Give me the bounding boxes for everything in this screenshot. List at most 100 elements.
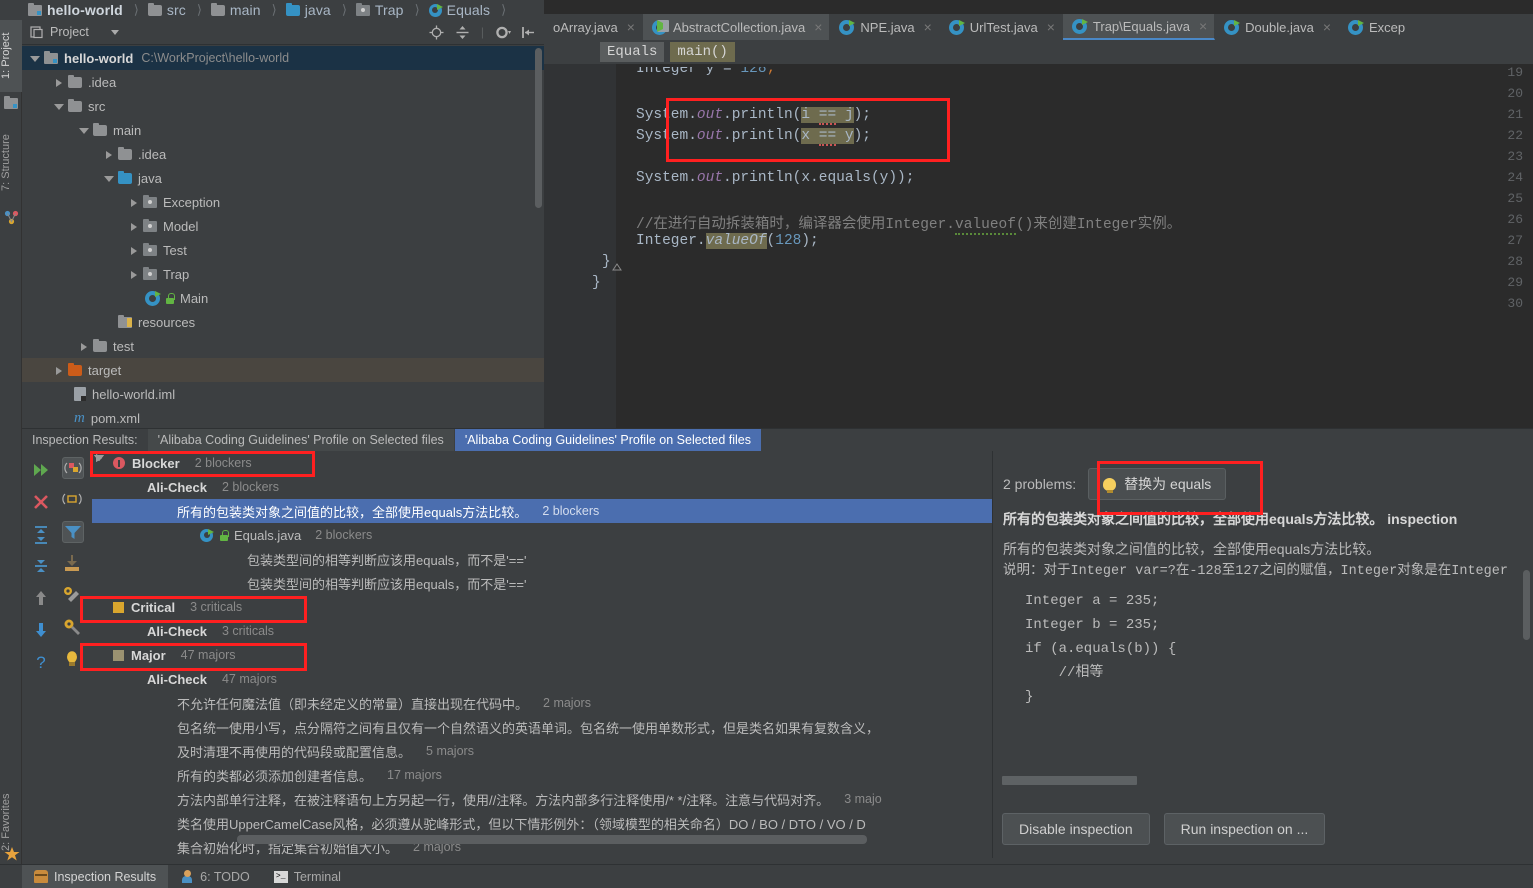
collapse-all-icon[interactable] xyxy=(30,555,52,577)
inspection-group-ali-check-major[interactable]: Ali-Check 47 majors xyxy=(92,667,1012,691)
close-icon[interactable]: × xyxy=(814,19,822,35)
disable-inspection-button[interactable]: Disable inspection xyxy=(1002,813,1150,845)
collapse-all-icon[interactable] xyxy=(455,25,470,40)
tree-item-src[interactable]: src xyxy=(22,94,544,118)
chevron-down-icon[interactable] xyxy=(111,30,119,35)
folder-icon xyxy=(93,125,107,136)
project-tree[interactable]: hello-world C:\WorkProject\hello-world .… xyxy=(22,46,544,428)
editor-tab-npe[interactable]: NPE.java × xyxy=(830,14,939,40)
inspection-tree[interactable]: Blocker 2 blockers Ali-Check 2 blockers … xyxy=(92,451,1012,858)
rerun-icon[interactable] xyxy=(30,459,52,481)
tree-item-main-class[interactable]: Main xyxy=(22,286,544,310)
breadcrumb-label: main xyxy=(230,2,261,18)
breadcrumb-item-trap[interactable]: Trap xyxy=(354,0,406,20)
next-occurrence-icon[interactable] xyxy=(30,619,52,641)
editor-tab-oarray[interactable]: oArray.java × xyxy=(544,14,643,40)
tree-item-main-idea[interactable]: .idea xyxy=(22,142,544,166)
locate-icon[interactable] xyxy=(429,25,444,40)
tree-item-idea[interactable]: .idea xyxy=(22,70,544,94)
excluded-folder-icon xyxy=(68,365,82,376)
editor-tab-double[interactable]: Double.java × xyxy=(1215,14,1339,40)
tree-item-target[interactable]: target xyxy=(22,358,544,382)
detail-hscrollbar[interactable] xyxy=(1002,776,1137,785)
inspection-tree-hscrollbar[interactable] xyxy=(237,835,867,844)
tool-tab-project[interactable]: 1: Project xyxy=(0,20,22,92)
inspection-group-ali-check-critical[interactable]: Ali-Check 3 criticals xyxy=(92,619,1012,643)
tree-item-trap[interactable]: Trap xyxy=(22,262,544,286)
inspection-group-major[interactable]: Major 47 majors xyxy=(92,643,1012,667)
inspection-item-equals-java[interactable]: Equals.java 2 blockers xyxy=(92,523,1012,547)
gear-icon[interactable] xyxy=(495,25,510,40)
autofix-icon[interactable] xyxy=(62,585,84,607)
inspection-item-count: 47 majors xyxy=(222,672,277,686)
inspection-item-class-naming[interactable]: 类名使用UpperCamelCase风格，必须遵从驼峰形式，但以下情形例外：（领… xyxy=(92,811,1012,835)
inspection-tab-2[interactable]: 'Alibaba Coding Guidelines' Profile on S… xyxy=(455,429,761,452)
inspection-group-critical[interactable]: Critical 3 criticals xyxy=(92,595,1012,619)
inspection-item-package-naming[interactable]: 包名统一使用小写，点分隔符之间有且仅有一个自然语义的英语单词。包名统一使用单数形… xyxy=(92,715,1012,739)
settings-icon[interactable] xyxy=(62,617,84,639)
inspection-item-cleanup[interactable]: 及时清理不再使用的代码段或配置信息。 5 majors xyxy=(92,739,1012,763)
code-fold-icon[interactable] xyxy=(612,262,622,272)
inspection-item-magic-value[interactable]: 不允许任何魔法值（即未经定义的常量）直接出现在代码中。 2 majors xyxy=(92,691,1012,715)
inspection-group-blocker[interactable]: Blocker 2 blockers xyxy=(92,451,1012,475)
run-inspection-button[interactable]: Run inspection on ... xyxy=(1164,813,1326,845)
close-icon[interactable]: × xyxy=(924,19,932,35)
breadcrumb-chip-class[interactable]: Equals xyxy=(600,42,664,62)
expand-all-icon[interactable] xyxy=(30,523,52,545)
inspection-item-equals-rule[interactable]: 所有的包装类对象之间值的比较，全部使用equals方法比较。 2 blocker… xyxy=(92,499,1012,523)
project-tree-scrollbar[interactable] xyxy=(535,48,542,208)
package-icon xyxy=(143,245,157,256)
tree-item-main[interactable]: main xyxy=(22,118,544,142)
breadcrumb-item-src[interactable]: src xyxy=(146,0,188,20)
inspection-problem-1[interactable]: 包装类型间的相等判断应该用equals，而不是'==' xyxy=(92,547,1012,571)
status-tab-todo[interactable]: 6: TODO xyxy=(168,865,262,888)
iml-file-icon xyxy=(74,387,86,401)
editor-tab-urltest[interactable]: UrlTest.java × xyxy=(940,14,1063,40)
terminal-icon: >_ xyxy=(274,871,288,883)
hide-panel-icon[interactable] xyxy=(521,25,536,40)
tree-item-java[interactable]: java xyxy=(22,166,544,190)
editor-gutter[interactable] xyxy=(544,64,616,428)
inspection-tab-1[interactable]: 'Alibaba Coding Guidelines' Profile on S… xyxy=(148,429,454,452)
breadcrumb-item-hello-world[interactable]: hello-world xyxy=(26,0,125,20)
help-icon[interactable]: ? xyxy=(30,651,52,673)
tree-item-model[interactable]: Model xyxy=(22,214,544,238)
tree-item-pom[interactable]: m pom.xml xyxy=(22,406,544,428)
group-by-severity-icon[interactable] xyxy=(62,457,84,479)
tree-item-label: .idea xyxy=(138,147,166,162)
editor-tab-abstractcollection[interactable]: AbstractCollection.java × xyxy=(643,14,830,40)
inspection-group-ali-check-blocker[interactable]: Ali-Check 2 blockers xyxy=(92,475,1012,499)
breadcrumb-chip-method[interactable]: main() xyxy=(670,42,734,62)
breadcrumb-item-equals[interactable]: Equals xyxy=(427,0,492,20)
close-icon[interactable]: × xyxy=(1323,19,1331,35)
close-icon[interactable]: × xyxy=(627,19,635,35)
breadcrumb-item-main[interactable]: main xyxy=(209,0,263,20)
filter-icon[interactable] xyxy=(62,521,84,543)
close-icon[interactable]: × xyxy=(1199,18,1207,34)
close-icon[interactable]: × xyxy=(1047,19,1055,35)
detail-vscrollbar[interactable] xyxy=(1523,570,1530,640)
tree-item-exception[interactable]: Exception xyxy=(22,190,544,214)
tree-item-test-pkg[interactable]: Test xyxy=(22,238,544,262)
quick-fix-button[interactable]: 替换为 equals xyxy=(1088,468,1226,500)
group-by-directory-icon[interactable] xyxy=(62,489,84,511)
code-editor[interactable]: 19 20 21 22 23 24 25 26 27 28 29 30 Inte… xyxy=(544,64,1533,428)
previous-occurrence-icon[interactable] xyxy=(30,587,52,609)
close-icon[interactable] xyxy=(30,491,52,513)
export-icon[interactable] xyxy=(62,553,84,575)
status-tab-label: Terminal xyxy=(294,870,341,884)
tree-item-resources[interactable]: resources xyxy=(22,310,544,334)
inspection-item-author-info[interactable]: 所有的类都必须添加创建者信息。 17 majors xyxy=(92,763,1012,787)
editor-tab-exception[interactable]: Excep xyxy=(1339,14,1413,40)
breadcrumb-item-java[interactable]: java xyxy=(284,0,333,20)
tool-tab-structure[interactable]: 7: Structure xyxy=(0,120,22,206)
tree-item-hello-world[interactable]: hello-world C:\WorkProject\hello-world xyxy=(22,46,544,70)
editor-tab-equals[interactable]: Trap\Equals.java × xyxy=(1063,14,1215,40)
inspection-item-comment-style[interactable]: 方法内部单行注释，在被注释语句上方另起一行，使用//注释。方法内部多行注释使用/… xyxy=(92,787,1012,811)
suppress-icon[interactable] xyxy=(62,649,84,671)
status-tab-inspection-results[interactable]: Inspection Results xyxy=(22,865,168,888)
tree-item-test[interactable]: test xyxy=(22,334,544,358)
inspection-problem-2[interactable]: 包装类型间的相等判断应该用equals，而不是'==' xyxy=(92,571,1012,595)
status-tab-terminal[interactable]: >_ Terminal xyxy=(262,865,353,888)
tree-item-iml[interactable]: hello-world.iml xyxy=(22,382,544,406)
